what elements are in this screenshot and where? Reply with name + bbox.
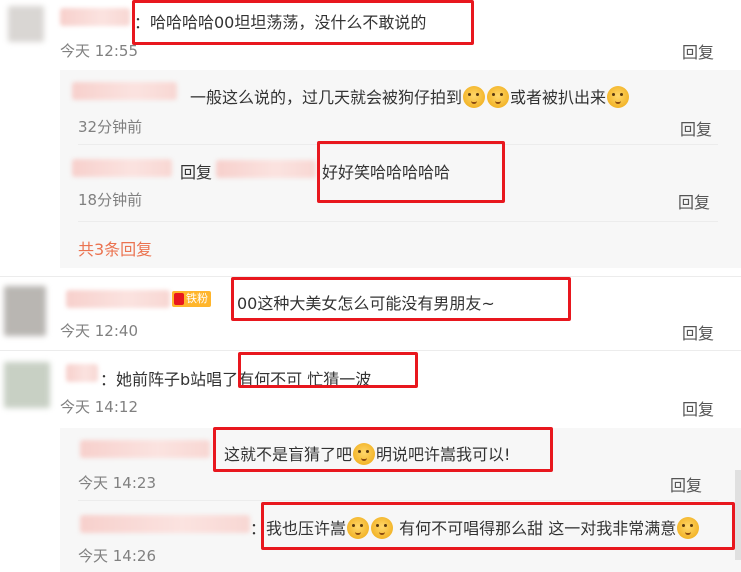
- reply-button[interactable]: 回复: [680, 116, 712, 140]
- doge-emoji-icon: [487, 86, 510, 108]
- reply-time: 18分钟前: [78, 191, 143, 209]
- username[interactable]: [66, 290, 170, 308]
- avatar[interactable]: [8, 6, 44, 42]
- highlight-box: [317, 141, 505, 203]
- reply-time: 今天 14:23: [78, 474, 156, 492]
- avatar[interactable]: [4, 286, 46, 336]
- doge-emoji-icon: [463, 86, 486, 108]
- reply-button[interactable]: 回复: [682, 39, 714, 63]
- username[interactable]: [66, 364, 98, 382]
- divider: [0, 350, 741, 351]
- reply-button[interactable]: 回复: [670, 472, 702, 496]
- scrollbar[interactable]: [735, 470, 741, 560]
- reply-username[interactable]: [80, 515, 250, 533]
- comment-time: 今天 14:12: [60, 398, 138, 416]
- reply-username[interactable]: [80, 440, 210, 458]
- highlight-box: [213, 427, 553, 472]
- fan-badge-icon: 铁粉: [172, 291, 211, 307]
- comment-time: 今天 12:55: [60, 42, 138, 60]
- avatar[interactable]: [4, 362, 50, 408]
- divider: [78, 500, 718, 501]
- highlight-box: [238, 352, 418, 388]
- doge-emoji-icon: [607, 86, 630, 108]
- reply-time: 32分钟前: [78, 118, 143, 136]
- reply-username[interactable]: [72, 159, 172, 177]
- reply-button[interactable]: 回复: [682, 320, 714, 344]
- comment-time: 今天 12:40: [60, 322, 138, 340]
- reply-prefix: 回复: [180, 163, 213, 182]
- reply-button[interactable]: 回复: [682, 396, 714, 420]
- username[interactable]: [60, 8, 130, 26]
- highlight-box: [132, 0, 474, 45]
- highlight-box: [231, 277, 571, 321]
- reply-time: 今天 14:26: [78, 547, 156, 565]
- more-replies-link[interactable]: 共3条回复: [78, 236, 152, 260]
- divider: [78, 221, 718, 222]
- highlight-box: [261, 502, 735, 550]
- reply-username[interactable]: [72, 82, 177, 100]
- reply-button[interactable]: 回复: [678, 189, 710, 213]
- reply-text: 一般这么说的，过几天就会被狗仔拍到 或者被扒出来: [190, 84, 630, 108]
- reply-target-username[interactable]: [216, 160, 316, 178]
